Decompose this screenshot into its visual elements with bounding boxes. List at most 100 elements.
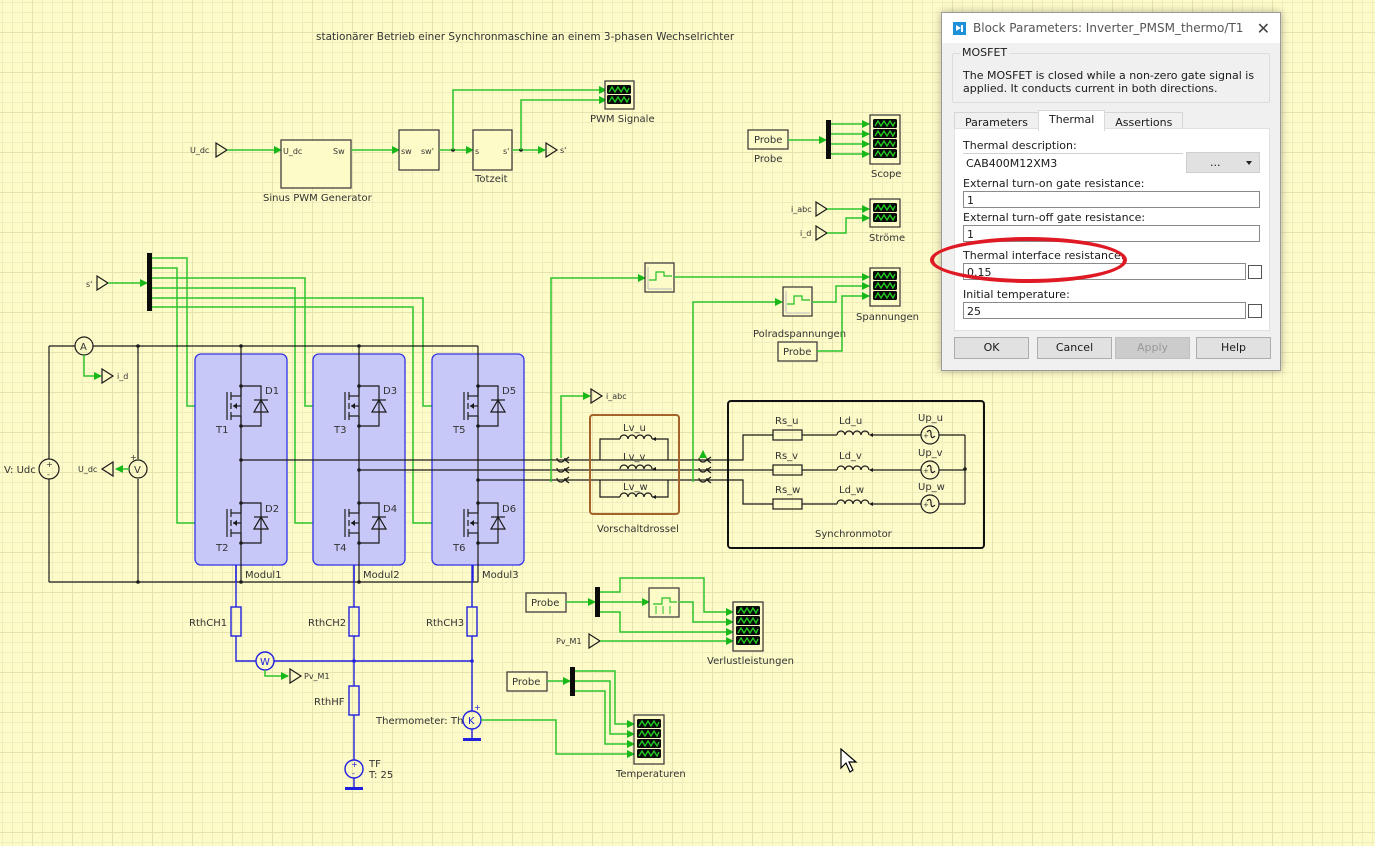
thermal-description-field[interactable]: CAB400M12XM3 bbox=[963, 153, 1183, 173]
motor-phase-w[interactable]: Rs_w Ld_w Up_w bbox=[772, 482, 965, 514]
svg-text:Thermometer: Th: Thermometer: Th bbox=[375, 716, 463, 727]
transistor-label: T1 bbox=[215, 425, 228, 436]
svg-text:Lv_u: Lv_u bbox=[623, 423, 646, 434]
probe-block-temperaturen[interactable]: Probe bbox=[506, 671, 548, 692]
rthhf-resistor[interactable]: RthHF bbox=[314, 685, 360, 716]
emf-source-label: Up_u bbox=[918, 413, 943, 424]
inverter-module-3[interactable]: D5 T5 D6 T6 Modul3 bbox=[431, 346, 525, 582]
thermal-description-browse-button[interactable]: ... bbox=[1186, 152, 1260, 173]
emf-source-label: Up_w bbox=[918, 482, 945, 493]
svg-text:PWM Signale: PWM Signale bbox=[590, 114, 655, 125]
ok-button[interactable]: OK bbox=[954, 337, 1029, 359]
svg-text:i_abc: i_abc bbox=[606, 392, 627, 401]
svg-text:Sinus PWM Generator: Sinus PWM Generator bbox=[263, 193, 373, 204]
svg-text:-: - bbox=[352, 769, 355, 778]
rthch2-resistor[interactable]: RthCH2 bbox=[308, 606, 360, 637]
apply-button[interactable]: Apply bbox=[1115, 337, 1190, 359]
svg-text:V: V bbox=[134, 465, 141, 476]
polradspannungen-block[interactable]: Polradspannungen bbox=[753, 286, 846, 340]
module-label: Modul3 bbox=[482, 570, 519, 581]
interface-resistance-checkbox[interactable] bbox=[1248, 265, 1262, 279]
svg-text:s': s' bbox=[560, 146, 566, 155]
i-abc-output-port[interactable]: i_abc bbox=[590, 387, 627, 405]
sample-block[interactable] bbox=[648, 587, 680, 618]
svg-text:RthCH2: RthCH2 bbox=[308, 618, 346, 629]
diode-label: D6 bbox=[502, 504, 516, 515]
svg-text:RthCH1: RthCH1 bbox=[189, 618, 227, 629]
close-icon[interactable]: ✕ bbox=[1257, 19, 1270, 38]
s-prime-input-port[interactable]: s' bbox=[86, 274, 110, 292]
svg-text:T: 25: T: 25 bbox=[368, 770, 393, 781]
pwm-signale-scope[interactable]: PWM Signale bbox=[590, 80, 655, 125]
svg-text:W: W bbox=[260, 657, 270, 668]
gate-demux-bar bbox=[147, 253, 152, 311]
diode-label: D5 bbox=[502, 386, 516, 397]
interface-resistance-input[interactable]: 0.15 bbox=[963, 263, 1246, 280]
stroeme-scope[interactable]: Ströme bbox=[869, 198, 905, 244]
i-d-input-port[interactable]: i_d bbox=[800, 224, 829, 242]
i-d-output-port[interactable]: i_d bbox=[101, 367, 128, 385]
svg-text:RthHF: RthHF bbox=[314, 697, 345, 708]
wattmeter[interactable]: W bbox=[255, 651, 275, 671]
scope-block[interactable]: Scope bbox=[869, 114, 901, 180]
turn-off-resistance-input[interactable]: 1 bbox=[963, 225, 1260, 242]
sw-block[interactable]: sw sw' bbox=[398, 129, 440, 171]
cancel-button[interactable]: Cancel bbox=[1037, 337, 1112, 359]
dialog-title: Block Parameters: Inverter_PMSM_thermo/T… bbox=[973, 21, 1244, 35]
u-dc-output-port[interactable]: U_dc bbox=[78, 460, 114, 478]
thermal-tab-pane: Thermal description: CAB400M12XM3 ... Ex… bbox=[954, 128, 1270, 331]
totzeit-block[interactable]: s s' Totzeit bbox=[472, 129, 513, 185]
probe-block[interactable]: Probe Probe bbox=[747, 129, 789, 165]
s-prime-output-port[interactable]: s' bbox=[545, 141, 566, 159]
pv-m1-output-port[interactable]: Pv_M1 bbox=[289, 667, 330, 685]
plecs-app-icon bbox=[953, 21, 966, 35]
inverter-module-2[interactable]: D3 T3 D4 T4 Modul2 bbox=[312, 346, 406, 582]
i-abc-input-port[interactable]: i_abc bbox=[791, 200, 829, 218]
turn-on-resistance-input[interactable]: 1 bbox=[963, 191, 1260, 208]
probe-block-verlust[interactable]: Probe bbox=[525, 592, 567, 613]
vorschaltdrossel-block[interactable]: Lv_u Lv_v Lv_w Vorschaltdrossel bbox=[589, 414, 680, 535]
inverter-module-1[interactable]: D1 T1 D2 T2 Modul1 bbox=[194, 346, 288, 582]
svg-text:s': s' bbox=[503, 147, 509, 156]
dc-voltage-source[interactable]: +- V: Udc bbox=[4, 458, 60, 480]
module-label: Modul1 bbox=[245, 570, 282, 581]
svg-text:RthCH3: RthCH3 bbox=[426, 618, 464, 629]
pv-m1-input-port[interactable]: Pv_M1 bbox=[556, 632, 602, 650]
thermometer[interactable]: K + Thermometer: Th bbox=[375, 703, 482, 741]
svg-text:Totzeit: Totzeit bbox=[474, 174, 508, 185]
u-dc-input-port[interactable]: U_dc bbox=[190, 141, 229, 159]
probe-block-spannungen[interactable]: Probe bbox=[777, 341, 818, 362]
svg-text:Probe: Probe bbox=[531, 598, 559, 609]
turn-off-resistance-label: External turn-off gate resistance: bbox=[963, 211, 1146, 224]
resistor-label: Rs_v bbox=[775, 451, 798, 462]
rthch3-resistor[interactable]: RthCH3 bbox=[426, 606, 478, 637]
svg-text:+: + bbox=[130, 453, 137, 462]
svg-text:Scope: Scope bbox=[871, 169, 901, 180]
ammeter[interactable]: A bbox=[74, 336, 94, 356]
turn-on-resistance-label: External turn-on gate resistance: bbox=[963, 177, 1145, 190]
tf-temperature-source[interactable]: +- TF T: 25 bbox=[344, 759, 393, 790]
svg-text:U_dc: U_dc bbox=[283, 147, 302, 156]
initial-temperature-checkbox[interactable] bbox=[1248, 304, 1262, 318]
block-parameters-dialog: Block Parameters: Inverter_PMSM_thermo/T… bbox=[941, 12, 1281, 371]
transistor-label: T5 bbox=[452, 425, 465, 436]
step-block-1[interactable] bbox=[644, 262, 675, 293]
motor-phase-u[interactable]: Rs_u Ld_u Up_u bbox=[772, 413, 965, 445]
initial-temperature-label: Initial temperature: bbox=[963, 288, 1070, 301]
help-button[interactable]: Help bbox=[1196, 337, 1271, 359]
tab-thermal[interactable]: Thermal bbox=[1037, 110, 1106, 131]
svg-text:Sw: Sw bbox=[333, 147, 345, 156]
synchronmotor-block[interactable]: Rs_u Ld_u Up_u Rs_v Ld_v Up_v Rs_w Ld_w Up_w Syn… bbox=[727, 400, 985, 549]
svg-text:i_abc: i_abc bbox=[791, 205, 812, 214]
svg-text:Spannungen: Spannungen bbox=[856, 312, 919, 323]
initial-temperature-input[interactable]: 25 bbox=[963, 302, 1246, 319]
svg-text:U_dc: U_dc bbox=[78, 465, 97, 474]
motor-phase-v[interactable]: Rs_v Ld_v Up_v bbox=[772, 448, 965, 480]
rthch1-resistor[interactable]: RthCH1 bbox=[189, 606, 242, 637]
dialog-titlebar[interactable]: Block Parameters: Inverter_PMSM_thermo/T… bbox=[942, 13, 1280, 43]
svg-text:Verlustleistungen: Verlustleistungen bbox=[707, 656, 794, 667]
mosfet-group: MOSFET The MOSFET is closed while a non-… bbox=[952, 46, 1270, 103]
svg-text:i_d: i_d bbox=[800, 229, 811, 238]
svg-text:K: K bbox=[468, 716, 475, 727]
svg-text:s': s' bbox=[86, 280, 92, 289]
